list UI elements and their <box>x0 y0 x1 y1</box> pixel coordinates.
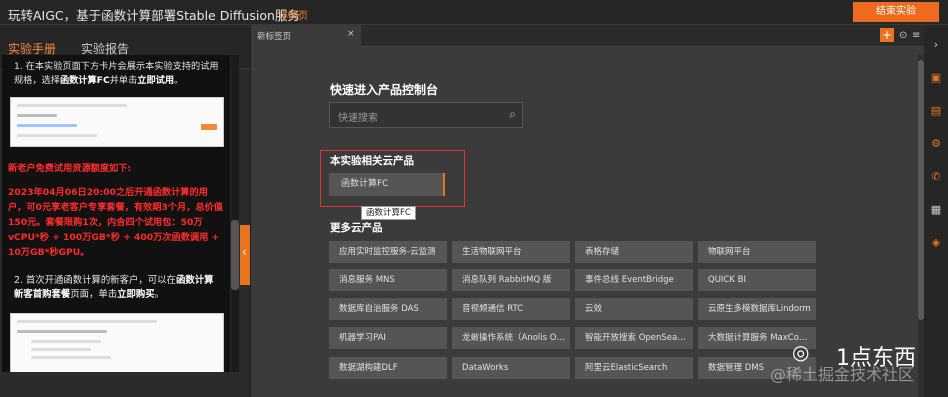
new-tab-icon[interactable]: + <box>880 28 894 42</box>
layers-icon[interactable]: ◈ <box>930 237 942 249</box>
step2-paragraph: 2. 首次开通函数计算的新客户，可以在函数计算新客首购套餐页面，单击立即购买。 <box>14 275 214 300</box>
step2-action: 立即购买 <box>117 289 155 300</box>
detail-link[interactable]: 详情页 <box>278 7 308 22</box>
browser-tab-strip: 新标签页 × <box>251 25 924 47</box>
phone-icon[interactable]: ✆ <box>930 171 942 183</box>
step2-tail: 页面，单击 <box>70 289 118 300</box>
browser-tab-label: 新标签页 <box>257 32 292 42</box>
product-button[interactable]: 云效 <box>575 298 693 320</box>
search-placeholder: 快速搜索 <box>338 113 378 124</box>
top-bar: 玩转AIGC，基于函数计算部署Stable Diffusion服务 详情页 结束… <box>0 0 948 25</box>
quick-access-heading: 快速进入产品控制台 <box>330 83 439 97</box>
product-button[interactable]: 应用实时监控服务-云监测 <box>329 241 447 263</box>
end-lab-button[interactable]: 结束实验 <box>853 2 939 22</box>
product-button[interactable]: 消息队列 RabbitMQ 版 <box>452 269 570 291</box>
terminal-icon[interactable]: ▣ <box>930 72 942 84</box>
collapse-icon[interactable]: › <box>930 39 942 51</box>
menu-icon[interactable]: ≡ <box>912 30 920 41</box>
product-button[interactable]: DataWorks <box>452 357 570 379</box>
free-quota-heading: 新老户免费试用资源额度如下: <box>8 163 132 174</box>
search-icon[interactable]: ⌕ <box>509 107 516 122</box>
search-input[interactable]: 快速搜索 ⌕ <box>329 102 523 128</box>
step1-action: 立即试用 <box>137 75 175 86</box>
function-compute-button[interactable]: 函数计算FC <box>329 173 445 196</box>
grid-icon[interactable]: ▦ <box>930 204 942 216</box>
step2-screenshot <box>10 313 224 372</box>
product-button[interactable]: 事件总线 EventBridge <box>575 269 693 291</box>
product-button[interactable]: QUICK BI <box>698 269 816 291</box>
step1-screenshot <box>10 97 224 147</box>
collapse-panel-handle[interactable] <box>240 225 250 285</box>
close-tab-icon[interactable]: × <box>347 29 355 39</box>
product-button[interactable]: 数据湖构建DLF <box>329 357 447 379</box>
manual-scrollbar[interactable] <box>231 55 239 372</box>
product-button[interactable]: 智能开放搜索 OpenSea… <box>575 327 693 349</box>
product-button[interactable]: 云原生多模数据库Lindorm <box>698 298 816 320</box>
product-button[interactable]: 音视频通信 RTC <box>452 298 570 320</box>
more-products-heading: 更多云产品 <box>330 222 383 234</box>
chevron-down-icon[interactable]: ⊙ <box>899 30 907 41</box>
manual-scroll-thumb[interactable] <box>231 220 239 290</box>
product-button[interactable]: 物联网平台 <box>698 241 816 263</box>
step1-bold: 函数计算FC <box>59 75 110 86</box>
product-button[interactable]: 表格存储 <box>575 241 693 263</box>
product-button[interactable]: 机器学习PAI <box>329 327 447 349</box>
product-button[interactable]: 数据库自治服务 DAS <box>329 298 447 320</box>
lab-title: 玩转AIGC，基于函数计算部署Stable Diffusion服务 <box>8 8 300 23</box>
step2-text: 2. 首次开通函数计算的新客户，可以在 <box>14 275 176 286</box>
related-products-heading: 本实验相关云产品 <box>330 155 414 167</box>
right-toolbar: › ▣ ▤ ⚙ ✆ ▦ ◈ <box>924 25 948 397</box>
product-button[interactable]: 消息服务 MNS <box>329 269 447 291</box>
product-button[interactable]: 生活物联网平台 <box>452 241 570 263</box>
step1-paragraph: 1. 在本实验页面下方卡片会展示本实验支持的试用规格，选择函数计算FC并单击立即… <box>14 61 219 86</box>
product-button[interactable]: 阿里云ElasticSearch <box>575 357 693 379</box>
document-icon[interactable]: ▤ <box>930 105 942 117</box>
free-quota-detail: 2023年04月06日20:00之后开通函数计算的用户，可0元享老客户专享套餐，… <box>8 187 223 258</box>
settings-icon[interactable]: ⚙ <box>930 138 942 150</box>
manual-content: 1. 在本实验页面下方卡片会展示本实验支持的试用规格，选择函数计算FC并单击立即… <box>2 55 230 372</box>
product-button[interactable]: 龙蜥操作系统（Anolis O… <box>452 327 570 349</box>
watermark-site: @稀土掘金技术社区 <box>770 365 915 384</box>
browser-tab-new[interactable]: 新标签页 × <box>251 25 361 47</box>
fc-tooltip: 函数计算FC <box>361 206 416 220</box>
step1-tail: 并单击 <box>109 75 138 86</box>
